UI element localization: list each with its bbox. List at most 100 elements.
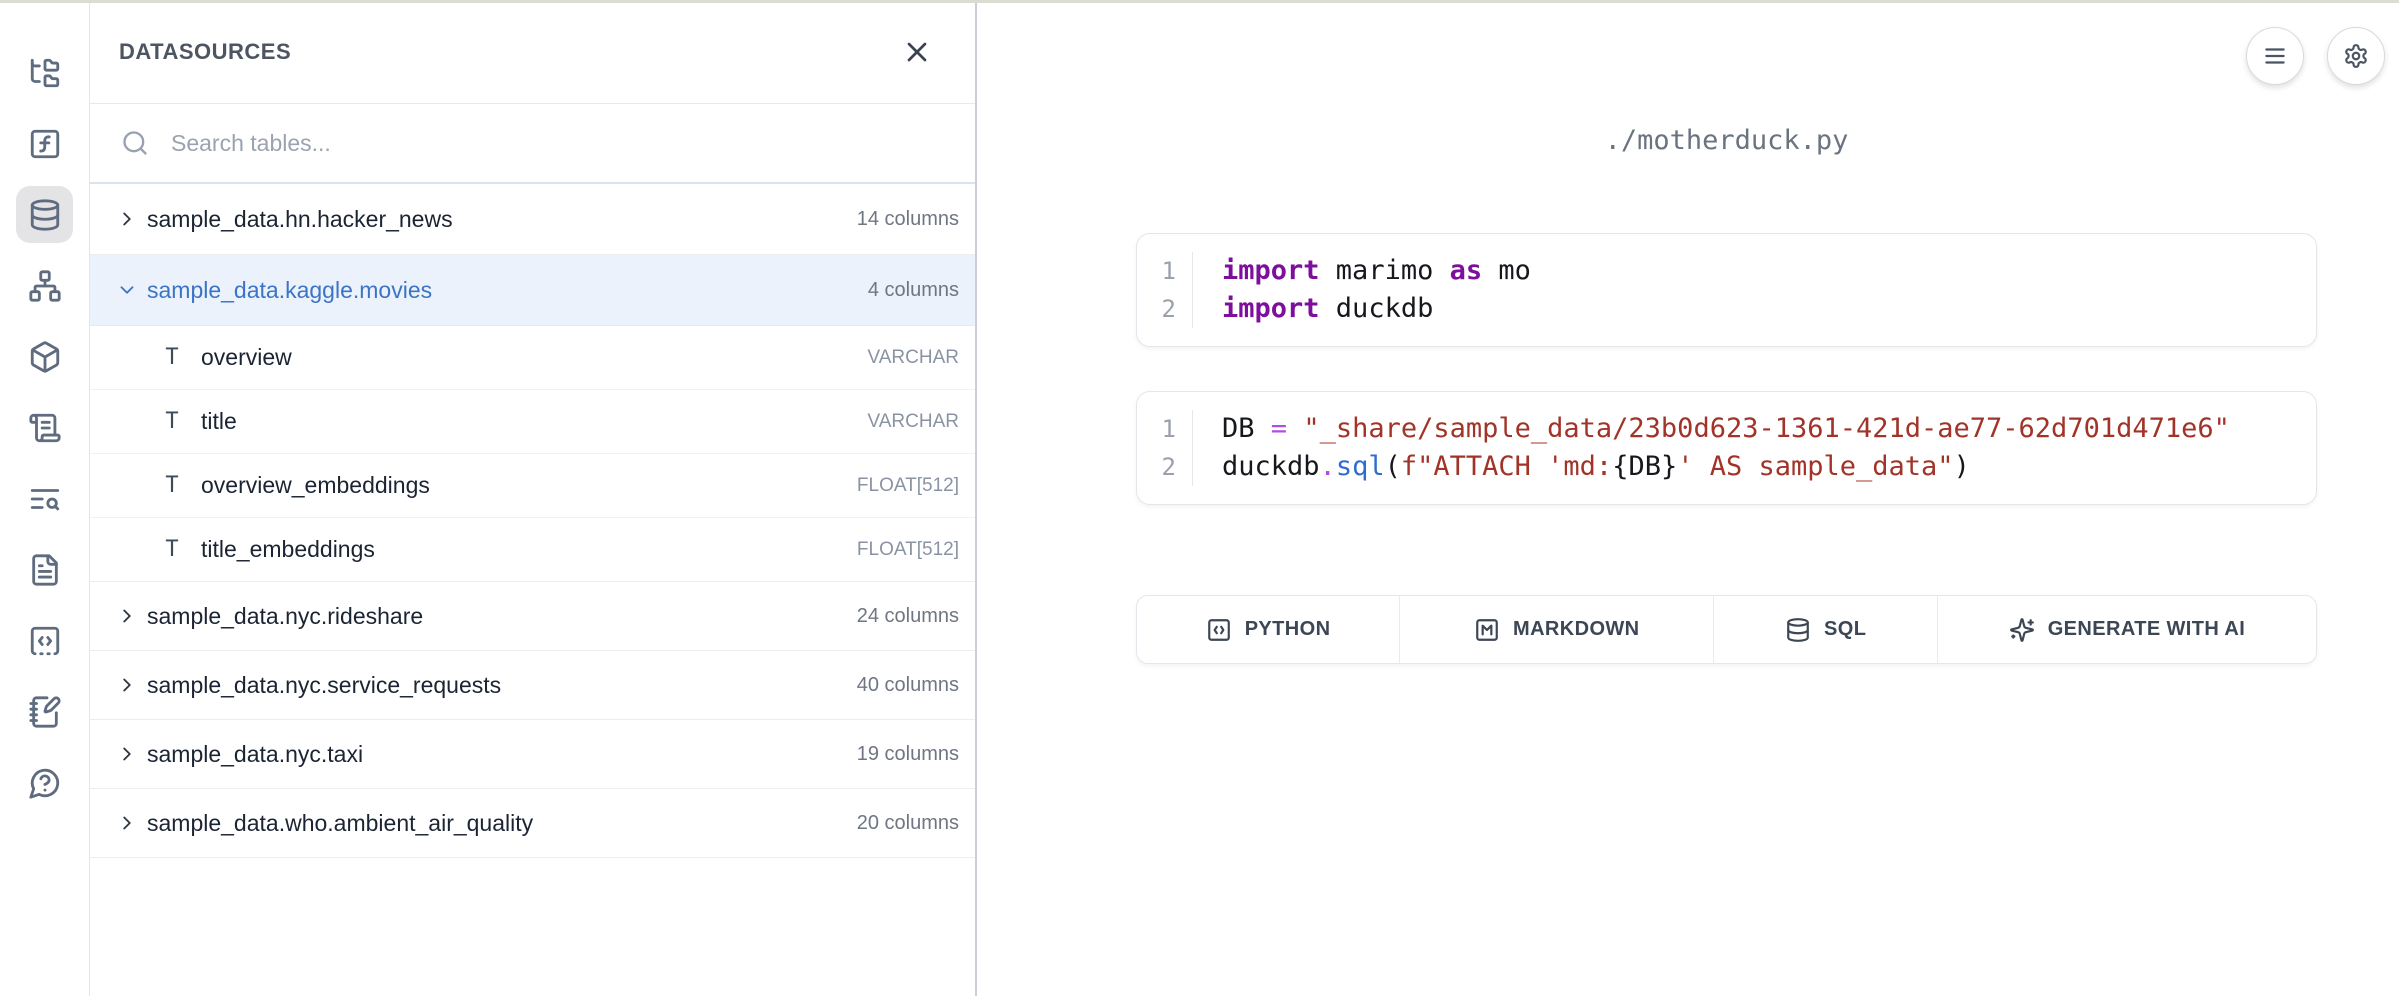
cells-container: 1import marimo as mo2import duckdb1DB = …	[1136, 233, 2317, 505]
text-type-icon: T	[161, 409, 183, 434]
scroll-text-icon	[28, 411, 62, 445]
sidebar-item-variables[interactable]	[16, 115, 73, 172]
app: DATASOURCES sample_data.hn.hacker_news14…	[0, 0, 2399, 996]
close-panel-button[interactable]	[899, 34, 935, 70]
sidebar-item-datasources[interactable]	[16, 186, 73, 243]
field-name: overview_embeddings	[201, 472, 430, 499]
code-token: import	[1222, 293, 1320, 324]
icon-rail	[0, 0, 90, 996]
code-token: mo	[1482, 255, 1531, 286]
line-number: 2	[1137, 448, 1192, 486]
sidebar-item-outline[interactable]	[16, 399, 73, 456]
chevron-right-icon	[116, 208, 138, 230]
table-row[interactable]: sample_data.kaggle.movies 4 columns	[90, 255, 975, 326]
generate-with-ai-button[interactable]: GENERATE WITH AI	[1937, 596, 2316, 663]
table-columns-count: 14 columns	[857, 208, 959, 231]
search-row	[90, 104, 975, 184]
sidebar-item-file-explorer[interactable]	[16, 44, 73, 101]
code-token: duckdb	[1320, 293, 1434, 324]
field-type: FLOAT[512]	[857, 475, 959, 497]
text-type-icon: T	[161, 537, 183, 562]
add-python-cell-button[interactable]: PYTHON	[1137, 596, 1399, 663]
code-token: =	[1271, 413, 1287, 444]
table-name: sample_data.nyc.rideshare	[147, 603, 423, 630]
code-token: ' AS sample_data"	[1677, 451, 1953, 482]
add-button-label: PYTHON	[1245, 618, 1331, 641]
notebook-pen-icon	[28, 695, 62, 729]
window-top-strip	[0, 0, 2399, 3]
sidebar-item-help-chat[interactable]	[16, 754, 73, 811]
field-type: VARCHAR	[868, 347, 960, 369]
sidebar-item-packages[interactable]	[16, 328, 73, 385]
code-token: )	[1954, 451, 1970, 482]
chevron-right-icon	[116, 743, 138, 765]
table-row[interactable]: sample_data.who.ambient_air_quality20 co…	[90, 789, 975, 858]
text-type-icon: T	[161, 473, 183, 498]
network-icon	[28, 269, 62, 303]
datasources-panel: DATASOURCES sample_data.hn.hacker_news 14…	[90, 0, 977, 996]
code-text: import marimo as mo	[1192, 252, 2316, 290]
table-name: sample_data.who.ambient_air_quality	[147, 810, 533, 837]
table-name: sample_data.hn.hacker_news	[147, 206, 453, 233]
code-text: DB = "_share/sample_data/23b0d623-1361-4…	[1192, 410, 2316, 448]
search-tables-input[interactable]	[169, 129, 955, 158]
table-name: sample_data.kaggle.movies	[147, 277, 432, 304]
field-row[interactable]: TtitleVARCHAR	[90, 389, 975, 453]
table-name: sample_data.nyc.service_requests	[147, 672, 501, 699]
line-number: 1	[1137, 410, 1192, 448]
chevron-right-icon	[116, 605, 138, 627]
notebook-actions	[2246, 27, 2385, 85]
database-icon	[1785, 617, 1811, 643]
database-icon	[28, 198, 62, 232]
code-token: duckdb	[1222, 451, 1320, 482]
code-token: as	[1450, 255, 1483, 286]
panel-title: DATASOURCES	[119, 39, 291, 65]
field-type: FLOAT[512]	[857, 539, 959, 561]
add-cell-toolbar: PYTHON MARKDOWN SQLGENERATE WITH AI	[1136, 595, 2317, 664]
notebook-main: ./motherduck.py 1import marimo as mo2imp…	[977, 0, 2399, 996]
add-sql-cell-button[interactable]: SQL	[1713, 596, 1937, 663]
table-row[interactable]: sample_data.nyc.rideshare24 columns	[90, 582, 975, 651]
table-row[interactable]: sample_data.nyc.taxi19 columns	[90, 720, 975, 789]
sidebar-item-dependencies[interactable]	[16, 257, 73, 314]
field-row[interactable]: ToverviewVARCHAR	[90, 326, 975, 389]
code-token: .	[1320, 451, 1336, 482]
m-square-icon	[1474, 617, 1500, 643]
table-fields: ToverviewVARCHARTtitleVARCHARToverview_e…	[90, 326, 975, 582]
sidebar-item-documentation[interactable]	[16, 541, 73, 598]
sidebar-item-logs[interactable]	[16, 470, 73, 527]
code-token: sql	[1336, 451, 1385, 482]
code-text: import duckdb	[1192, 290, 2316, 328]
code-token: import	[1222, 255, 1320, 286]
field-row[interactable]: Toverview_embeddings FLOAT[512]	[90, 453, 975, 517]
sidebar-item-snippets[interactable]	[16, 612, 73, 669]
list-search-icon	[28, 482, 62, 516]
field-row[interactable]: Ttitle_embeddingsFLOAT[512]	[90, 517, 975, 581]
chevron-down-icon	[116, 279, 138, 301]
table-row[interactable]: sample_data.hn.hacker_news 14 columns	[90, 184, 975, 255]
file-tree-icon	[28, 56, 62, 90]
code-token: "_share/sample_data/23b0d623-1361-421d-a…	[1303, 413, 2230, 444]
table-columns-count: 4 columns	[868, 279, 959, 302]
close-icon	[901, 36, 933, 68]
add-button-label: MARKDOWN	[1513, 618, 1640, 641]
notebook-menu-button[interactable]	[2246, 27, 2304, 85]
table-row[interactable]: sample_data.nyc.service_requests 40 colum…	[90, 651, 975, 720]
menu-icon	[2262, 43, 2288, 69]
add-markdown-cell-button[interactable]: MARKDOWN	[1399, 596, 1713, 663]
code-line: 2import duckdb	[1137, 290, 2316, 328]
code-cell[interactable]: 1DB = "_share/sample_data/23b0d623-1361-…	[1136, 391, 2317, 505]
sidebar-item-scratchpad[interactable]	[16, 683, 73, 740]
field-name: title	[201, 408, 237, 435]
box-icon	[28, 340, 62, 374]
code-token: f"ATTACH 'md:	[1401, 451, 1612, 482]
datasources-panel-header: DATASOURCES	[90, 0, 975, 104]
notebook-content: ./motherduck.py 1import marimo as mo2imp…	[1136, 0, 2317, 664]
code-line: 1import marimo as mo	[1137, 252, 2316, 290]
chevron-right-icon	[116, 674, 138, 696]
settings-button[interactable]	[2327, 27, 2385, 85]
table-columns-count: 40 columns	[857, 674, 959, 697]
code-token: (	[1385, 451, 1401, 482]
code-cell[interactable]: 1import marimo as mo2import duckdb	[1136, 233, 2317, 347]
code-line: 1DB = "_share/sample_data/23b0d623-1361-…	[1137, 410, 2316, 448]
